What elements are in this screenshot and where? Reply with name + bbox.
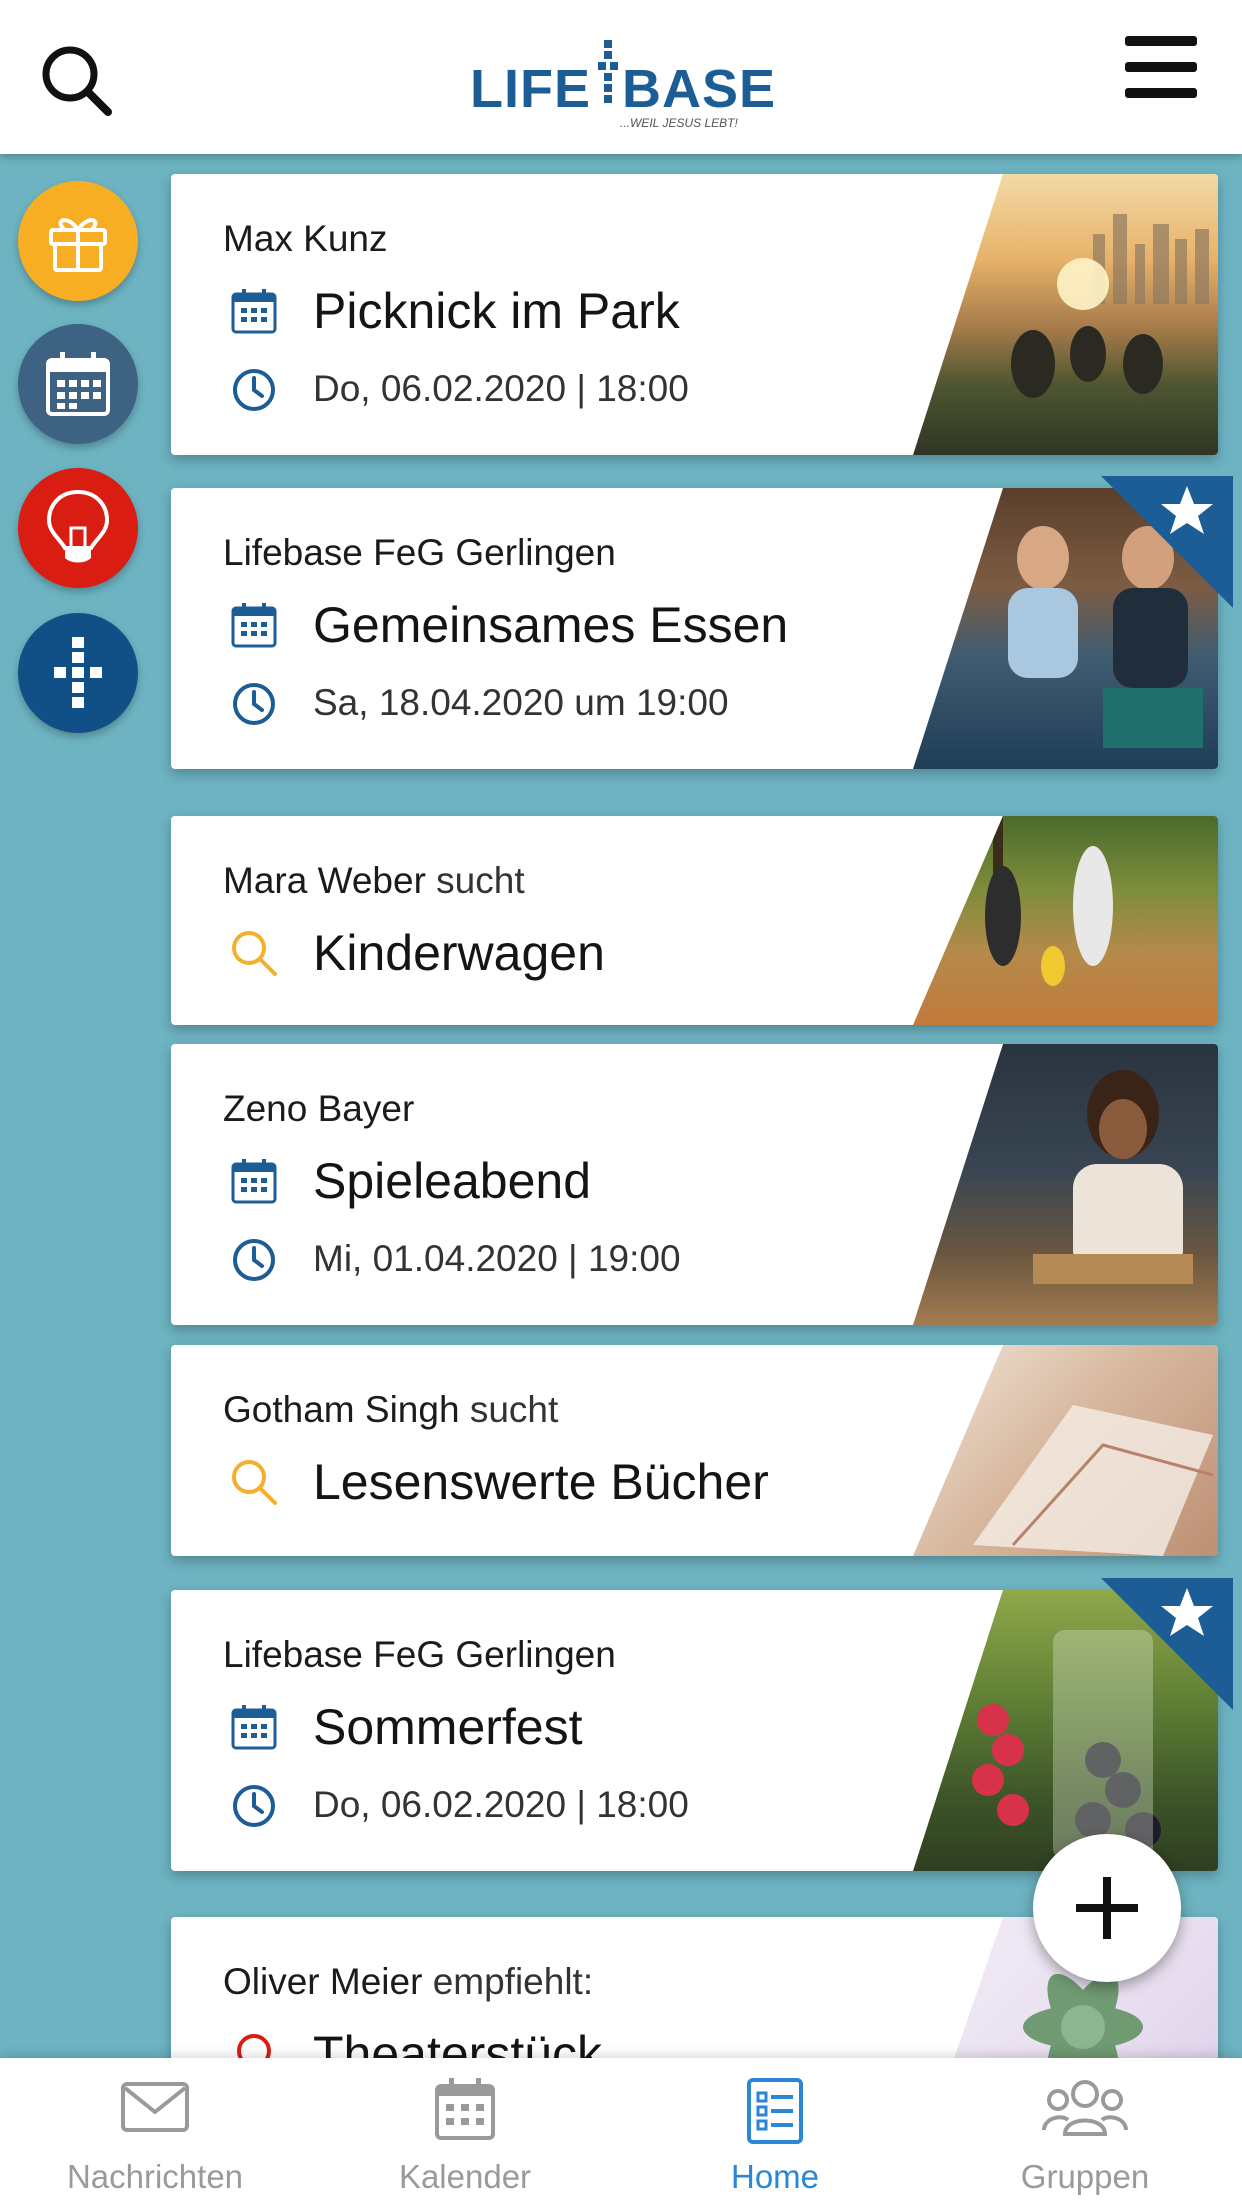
card-author: Zeno Bayer (223, 1088, 415, 1129)
feed-card-search[interactable]: Gotham Singh sucht Lesenswerte Bücher (171, 1345, 1218, 1556)
featured-star-icon (1101, 476, 1233, 608)
hamburger-menu-button[interactable] (1125, 36, 1205, 106)
clock-icon (233, 1785, 275, 1827)
feed-card-event[interactable]: Lifebase FeG Gerlingen Sommerfest Do, 06… (171, 1590, 1218, 1871)
gift-filter-button[interactable] (18, 181, 138, 301)
card-author: Gotham Singh sucht (223, 1389, 559, 1430)
nav-tab-home[interactable]: Home (620, 2058, 930, 2208)
faith-filter-button[interactable] (18, 613, 138, 733)
plus-icon (1076, 1877, 1138, 1939)
featured-star-icon (1101, 1578, 1233, 1710)
feed-card-search[interactable]: Mara Weber sucht Kinderwagen (171, 816, 1218, 1025)
clock-icon (233, 369, 275, 411)
clock-icon (233, 1239, 275, 1281)
menu-line (1125, 88, 1197, 98)
card-image-picnic (913, 174, 1218, 455)
calendar-icon (231, 1705, 277, 1750)
feed-card-event[interactable]: Lifebase FeG Gerlingen Gemeinsames Essen… (171, 488, 1218, 769)
card-image-chess (913, 1044, 1218, 1325)
card-datetime: Mi, 01.04.2020 | 19:00 (313, 1238, 681, 1279)
card-datetime: Sa, 18.04.2020 um 19:00 (313, 682, 729, 723)
calendar-icon (435, 2078, 495, 2140)
feed-card-event[interactable]: Max Kunz Picknick im Park Do, 06.02.2020… (171, 174, 1218, 455)
logo-text-right: BASE (622, 59, 777, 119)
card-image-stroller (913, 816, 1218, 1025)
add-button[interactable] (1033, 1834, 1181, 1982)
nav-label: Home (730, 2158, 820, 2195)
search-icon (42, 46, 112, 116)
card-title: Picknick im Park (313, 283, 680, 339)
search-icon (232, 1460, 277, 1505)
menu-line (1125, 62, 1197, 72)
envelope-icon (121, 2082, 189, 2132)
logo-cross-icon (598, 40, 618, 103)
app-logo: LIFE BASE ...WEIL JESUS LEBT! (470, 34, 775, 134)
people-icon (1042, 2080, 1128, 2136)
lightbulb-icon (46, 489, 110, 563)
app-header: LIFE BASE ...WEIL JESUS LEBT! (0, 0, 1242, 154)
nav-tab-gruppen[interactable]: Gruppen (930, 2058, 1240, 2208)
nav-label: Gruppen (1020, 2158, 1150, 2195)
search-button[interactable] (36, 40, 116, 120)
card-title: Spieleabend (313, 1153, 592, 1209)
feed-card-event[interactable]: Zeno Bayer Spieleabend Mi, 01.04.2020 | … (171, 1044, 1218, 1325)
idea-filter-button[interactable] (18, 468, 138, 588)
card-author: Lifebase FeG Gerlingen (223, 1634, 616, 1675)
search-icon (232, 931, 277, 976)
bottom-navigation: Nachrichten Kalender Home Gruppen (0, 2058, 1242, 2208)
card-datetime: Do, 06.02.2020 | 18:00 (313, 1784, 689, 1825)
calendar-icon (231, 603, 277, 648)
card-title: Gemeinsames Essen (313, 597, 789, 653)
card-title: Lesenswerte Bücher (313, 1454, 769, 1510)
menu-line (1125, 36, 1197, 46)
card-action-text: sucht (436, 860, 525, 901)
nav-label: Nachrichten (66, 2158, 244, 2195)
card-action-text: sucht (469, 1389, 559, 1430)
list-icon (747, 2078, 803, 2144)
card-action-text: empfiehlt: (432, 1961, 594, 2002)
logo-text-left: LIFE (470, 59, 591, 119)
logo-tagline: ...WEIL JESUS LEBT! (620, 116, 738, 130)
nav-label: Kalender (398, 2158, 532, 2195)
cross-icon (54, 637, 102, 708)
calendar-filter-button[interactable] (18, 324, 138, 444)
card-datetime: Do, 06.02.2020 | 18:00 (313, 368, 689, 409)
gift-icon (49, 218, 107, 272)
calendar-icon (46, 352, 110, 416)
nav-tab-nachrichten[interactable]: Nachrichten (0, 2058, 310, 2208)
card-title: Sommerfest (313, 1699, 583, 1755)
calendar-icon (231, 289, 277, 334)
clock-icon (233, 683, 275, 725)
calendar-icon (231, 1159, 277, 1204)
card-image-book (913, 1345, 1218, 1556)
nav-tab-kalender[interactable]: Kalender (310, 2058, 620, 2208)
card-author: Oliver Meier empfiehlt: (223, 1961, 594, 2002)
card-title: Kinderwagen (313, 925, 605, 981)
card-author: Mara Weber sucht (223, 860, 525, 901)
card-author: Max Kunz (223, 218, 388, 259)
card-author: Lifebase FeG Gerlingen (223, 532, 616, 573)
